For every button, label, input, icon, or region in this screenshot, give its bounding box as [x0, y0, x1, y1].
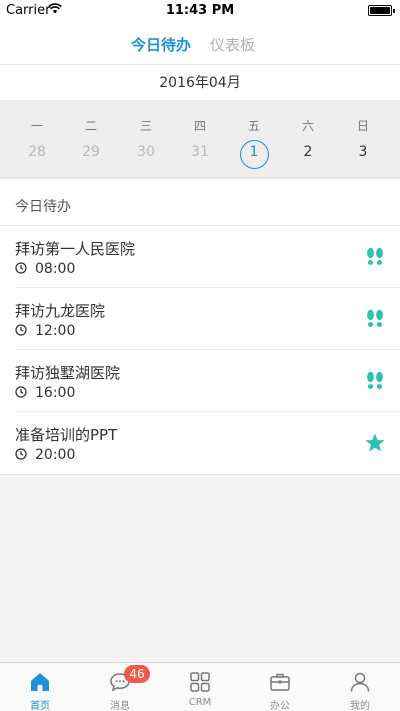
footprints-icon[interactable] [364, 308, 386, 330]
tab-label: 首页 [30, 701, 50, 711]
tab-home[interactable]: 首页 [0, 663, 80, 711]
person-icon [350, 672, 370, 692]
calendar-day[interactable]: 2 [288, 144, 328, 160]
weekday-label: 日 [356, 119, 369, 133]
month-label[interactable]: 2016年04月 [0, 64, 400, 100]
weekday-label: 二 [84, 119, 97, 133]
section-title: 今日待办 [0, 180, 400, 226]
tab-office[interactable]: 办公 [240, 663, 320, 711]
tab-today-todo[interactable]: 今日待办 [131, 34, 191, 55]
tab-me[interactable]: 我的 [320, 663, 400, 711]
todo-time: 20:00 [35, 447, 76, 463]
clock-icon [15, 324, 27, 336]
date-row: 28 29 30 31 1 2 3 [0, 144, 400, 164]
tab-dashboard[interactable]: 仪表板 [210, 34, 255, 55]
clock-icon [15, 386, 27, 398]
tab-crm[interactable]: CRM [160, 663, 240, 711]
todo-time: 08:00 [35, 261, 76, 277]
todo-time: 16:00 [35, 385, 76, 401]
grid-icon [190, 672, 210, 692]
todo-time-row: 08:00 [15, 261, 75, 277]
todo-item[interactable]: 拜访独墅湖医院 16:00 [15, 350, 400, 412]
home-icon [31, 673, 49, 691]
todo-title: 拜访独墅湖医院 [15, 364, 121, 382]
weekday-label: 六 [301, 119, 314, 133]
footprints-icon[interactable] [364, 370, 386, 392]
todo-time: 12:00 [35, 323, 76, 339]
today-indicator [240, 140, 269, 169]
todo-time-row: 12:00 [15, 323, 75, 339]
tab-label: 我的 [350, 701, 370, 711]
week-calendar: 一 二 三 四 五 六 日 28 29 30 31 1 2 3 [0, 100, 400, 178]
tab-messages[interactable]: 46 消息 [80, 663, 160, 711]
header-tabs: 今日待办 仪表板 [0, 22, 400, 64]
todo-item[interactable]: 拜访第一人民医院 08:00 [15, 226, 400, 288]
calendar-day[interactable]: 31 [180, 144, 220, 160]
todo-list: 拜访第一人民医院 08:00 拜访九龙医院 12:00 拜访独墅湖医院 16:0… [0, 226, 400, 475]
todo-title: 准备培训的PPT [15, 426, 118, 444]
tab-label: 消息 [110, 701, 130, 711]
weekday-label: 四 [193, 119, 206, 133]
weekday-label: 三 [139, 119, 152, 133]
calendar-day[interactable]: 29 [71, 144, 111, 160]
briefcase-icon [270, 673, 290, 691]
status-bar: Carrier 11:43 PM [0, 0, 400, 22]
todo-item[interactable]: 准备培训的PPT 20:00 [15, 412, 400, 474]
footprints-icon[interactable] [364, 246, 386, 268]
tab-label: CRM [188, 697, 212, 708]
todo-time-row: 16:00 [15, 385, 75, 401]
tab-label: 办公 [270, 701, 290, 711]
todo-time-row: 20:00 [15, 447, 75, 463]
bottom-tab-bar: 首页 46 消息 CRM 办公 我的 [0, 662, 400, 711]
unread-badge: 46 [124, 665, 150, 683]
todo-title: 拜访九龙医院 [15, 302, 106, 320]
weekday-label: 五 [247, 119, 260, 133]
status-time: 11:43 PM [165, 3, 235, 18]
calendar-day[interactable]: 3 [343, 144, 383, 160]
calendar-day[interactable]: 30 [126, 144, 166, 160]
battery-icon [368, 5, 395, 16]
star-icon[interactable] [364, 432, 386, 454]
weekday-header: 一 二 三 四 五 六 日 [0, 117, 400, 137]
todo-title: 拜访第一人民医院 [15, 240, 136, 258]
calendar-day[interactable]: 28 [17, 144, 57, 160]
weekday-label: 一 [30, 119, 43, 133]
clock-icon [15, 448, 27, 460]
todo-item[interactable]: 拜访九龙医院 12:00 [15, 288, 400, 350]
clock-icon [15, 262, 27, 274]
